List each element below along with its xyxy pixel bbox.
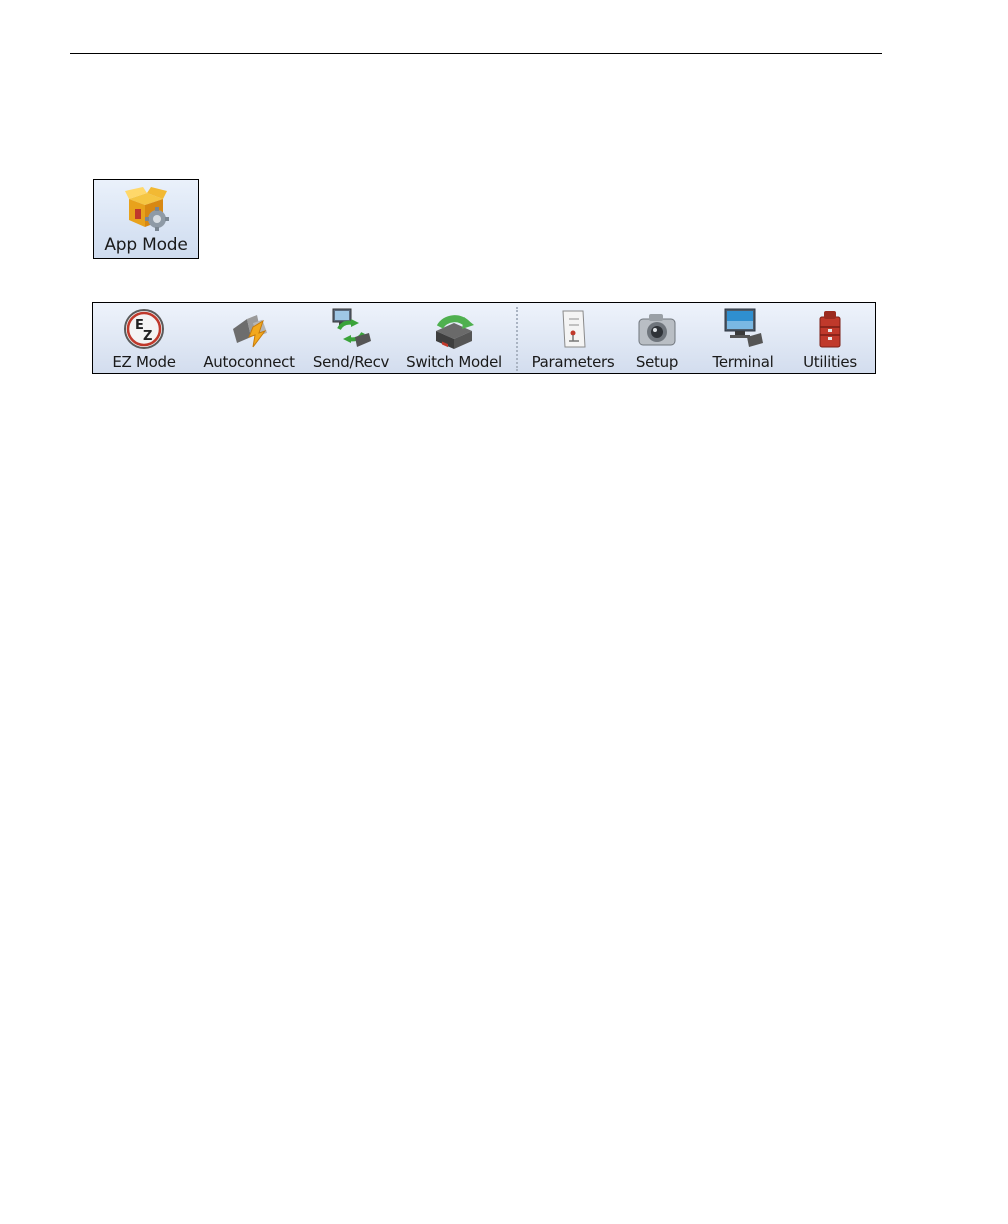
setup-button[interactable]: Setup xyxy=(627,303,687,373)
parameters-label: Parameters xyxy=(531,353,615,371)
send-recv-button[interactable]: Send/Recv xyxy=(313,303,389,373)
svg-text:Z: Z xyxy=(143,329,152,344)
send-receive-icon xyxy=(332,308,371,347)
autoconnect-label: Autoconnect xyxy=(203,353,295,371)
main-toolbar: E Z EZ Mode Autoconnect Send/Recv Switch… xyxy=(92,302,876,374)
utilities-label: Utilities xyxy=(803,353,857,371)
send-recv-label: Send/Recv xyxy=(312,353,390,371)
plug-connect-icon xyxy=(233,315,268,348)
switch-model-button[interactable]: Switch Model xyxy=(405,303,503,373)
toolbar-separator xyxy=(516,307,518,371)
utilities-button[interactable]: Utilities xyxy=(795,303,865,373)
ez-mode-icon: E Z xyxy=(124,309,164,349)
parameters-button[interactable]: Parameters xyxy=(532,303,615,373)
autoconnect-button[interactable]: Autoconnect xyxy=(203,303,295,373)
toolbox-icon xyxy=(819,311,841,348)
terminal-label: Terminal xyxy=(712,353,774,371)
switch-model-icon xyxy=(436,315,474,349)
switch-model-label: Switch Model xyxy=(406,353,502,371)
app-mode-label: App Mode xyxy=(104,235,188,255)
setup-label: Setup xyxy=(635,353,679,371)
header-rule xyxy=(70,53,882,54)
ez-mode-button[interactable]: E Z EZ Mode xyxy=(107,303,181,373)
app-mode-box-gear-icon xyxy=(125,187,169,231)
app-mode-button[interactable]: App Mode xyxy=(93,179,199,259)
terminal-monitor-icon xyxy=(724,308,763,347)
parameters-document-icon xyxy=(562,310,586,348)
camera-setup-icon xyxy=(638,314,676,346)
ez-mode-label: EZ Mode xyxy=(112,353,176,371)
terminal-button[interactable]: Terminal xyxy=(705,303,781,373)
